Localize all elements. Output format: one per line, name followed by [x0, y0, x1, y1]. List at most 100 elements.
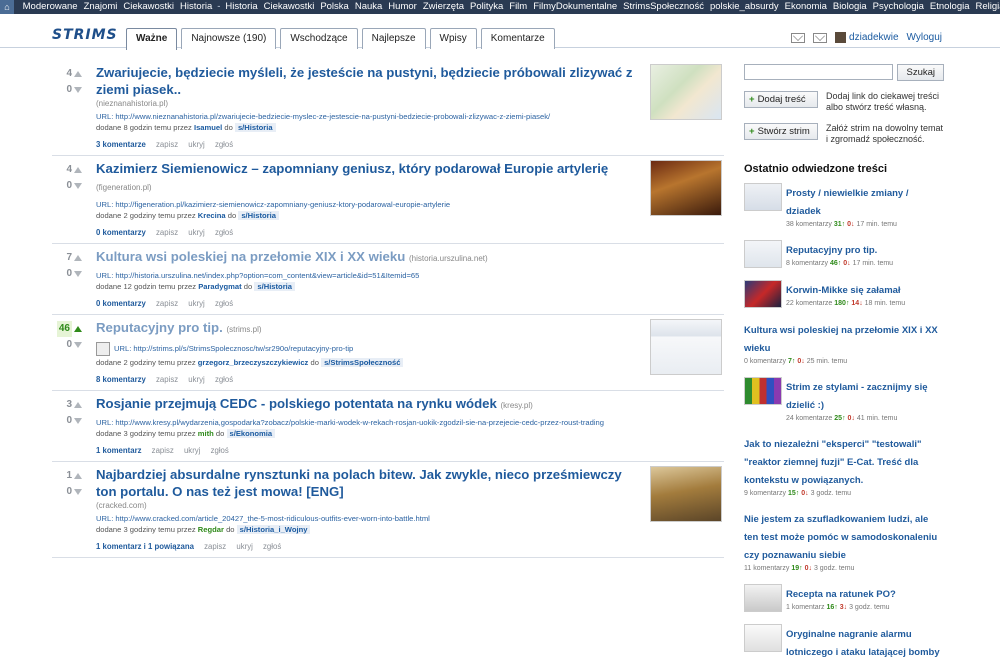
nav-item[interactable]: Nauka — [355, 1, 382, 12]
messages-icon[interactable] — [813, 32, 828, 43]
entry-url[interactable]: URL: http://historia.urszulina.net/index… — [96, 271, 419, 280]
nav-item[interactable]: Biologia — [833, 1, 867, 12]
entry-author[interactable]: Krecina — [198, 211, 226, 220]
report-link[interactable]: zgłoś — [211, 446, 229, 455]
entry-thumbnail[interactable] — [650, 64, 722, 120]
entry-strim[interactable]: s/Ekonomia — [226, 429, 276, 438]
user-link[interactable]: dziadekwie — [835, 32, 899, 43]
upvote-icon[interactable] — [74, 473, 82, 479]
nav-item[interactable]: Religia — [976, 1, 1000, 12]
hide-link[interactable]: ukryj — [184, 446, 200, 455]
report-link[interactable]: zgłoś — [263, 542, 281, 551]
nav-item[interactable]: Ciekawostki — [264, 1, 315, 12]
nav-item[interactable]: polskie_absurdy — [710, 1, 779, 12]
upvote-icon[interactable] — [74, 326, 82, 332]
entry-title[interactable]: Kultura wsi poleskiej na przełomie XIX i… — [96, 249, 405, 264]
downvote-icon[interactable] — [74, 489, 82, 495]
comments-link[interactable]: 0 komentarzy — [96, 299, 146, 308]
report-link[interactable]: zgłoś — [215, 299, 233, 308]
entry-url[interactable]: URL: http://www.cracked.com/article_2042… — [96, 514, 430, 523]
entry-author[interactable]: Paradygmat — [198, 282, 241, 291]
nav-item[interactable]: Psychologia — [873, 1, 924, 12]
entry-url[interactable]: URL: http://www.kresy.pl/wydarzenia,gosp… — [96, 418, 604, 427]
recent-title-link[interactable]: Strim ze stylami - zacznijmy się dzielić… — [786, 382, 928, 411]
entry-title[interactable]: Reputacyjny pro tip. — [96, 320, 223, 335]
save-link[interactable]: zapisz — [156, 140, 178, 149]
search-button[interactable]: Szukaj — [897, 64, 944, 81]
upvote-icon[interactable] — [74, 402, 82, 408]
entry-author[interactable]: grzegorz_brzeczyszczykiewicz — [198, 358, 309, 367]
nav-item[interactable]: StrimsSpołeczność — [623, 1, 704, 12]
recent-title-link[interactable]: Reputacyjny pro tip. — [786, 245, 877, 256]
recent-thumbnail[interactable] — [744, 183, 782, 211]
recent-thumbnail[interactable] — [744, 240, 782, 268]
downvote-icon[interactable] — [74, 418, 82, 424]
nav-item[interactable]: Historia — [225, 1, 257, 12]
comments-link[interactable]: 8 komentarzy — [96, 375, 146, 384]
downvote-icon[interactable] — [74, 271, 82, 277]
recent-title-link[interactable]: Prosty / niewielkie zmiany / dziadek — [786, 188, 909, 217]
nav-item[interactable]: Film — [509, 1, 527, 12]
comments-link[interactable]: 3 komentarze — [96, 140, 146, 149]
entry-url[interactable]: URL: http://figeneration.pl/kazimierz-si… — [96, 200, 450, 209]
save-link[interactable]: zapisz — [204, 542, 226, 551]
recent-thumbnail[interactable] — [744, 584, 782, 612]
entry-author[interactable]: mith — [198, 429, 214, 438]
comments-link[interactable]: 1 komentarz — [96, 446, 142, 455]
entry-url[interactable]: URL: http://strims.pl/s/StrimsSpolecznos… — [114, 344, 353, 353]
upvote-icon[interactable] — [74, 255, 82, 261]
nav-item[interactable]: Zwierzęta — [423, 1, 464, 12]
tab-najnowsze[interactable]: Najnowsze (190) — [181, 28, 277, 49]
add-content-button[interactable]: + Dodaj treść — [744, 91, 818, 108]
nav-item[interactable]: Polityka — [470, 1, 503, 12]
upvote-icon[interactable] — [74, 71, 82, 77]
downvote-icon[interactable] — [74, 342, 82, 348]
save-link[interactable]: zapisz — [152, 446, 174, 455]
entry-author[interactable]: Regdar — [198, 525, 224, 534]
notifications-icon[interactable] — [791, 32, 806, 43]
recent-title-link[interactable]: Nie jestem za szufladkowaniem ludzi, ale… — [744, 514, 937, 561]
tab-komentarze[interactable]: Komentarze — [480, 28, 555, 49]
hide-link[interactable]: ukryj — [188, 228, 204, 237]
recent-title-link[interactable]: Jak to niezależni "eksperci" "testowali"… — [744, 439, 921, 486]
logo[interactable]: STRIMS — [52, 27, 118, 43]
entry-thumbnail[interactable] — [650, 160, 722, 216]
hide-link[interactable]: ukryj — [188, 140, 204, 149]
report-link[interactable]: zgłoś — [215, 140, 233, 149]
comments-link[interactable]: 0 komentarzy — [96, 228, 146, 237]
recent-title-link[interactable]: Korwin-Mikke się załamał — [786, 285, 901, 296]
tab-wazne[interactable]: Ważne — [126, 28, 178, 50]
entry-title[interactable]: Zwariujecie, będziecie myśleli, że jeste… — [96, 65, 633, 97]
entry-strim[interactable]: s/StrimsSpołeczność — [321, 358, 404, 367]
save-link[interactable]: zapisz — [156, 228, 178, 237]
create-strim-button[interactable]: + Stwórz strim — [744, 123, 818, 140]
save-link[interactable]: zapisz — [156, 299, 178, 308]
entry-title[interactable]: Najbardziej absurdalne rynsztunki na pol… — [96, 467, 622, 499]
nav-item[interactable]: Znajomi — [84, 1, 118, 12]
entry-title[interactable]: Rosjanie przejmują CEDC - polskiego pote… — [96, 396, 497, 411]
nav-item[interactable]: Ekonomia — [785, 1, 827, 12]
hide-link[interactable]: ukryj — [188, 299, 204, 308]
nav-item[interactable]: Etnologia — [930, 1, 970, 12]
entry-strim[interactable]: s/Historia — [254, 282, 295, 291]
recent-title-link[interactable]: Kultura wsi poleskiej na przełomie XIX i… — [744, 325, 938, 354]
recent-thumbnail[interactable] — [744, 624, 782, 652]
recent-title-link[interactable]: Recepta na ratunek PO? — [786, 589, 896, 600]
recent-thumbnail[interactable] — [744, 280, 782, 308]
save-link[interactable]: zapisz — [156, 375, 178, 384]
nav-item[interactable]: FilmyDokumentalne — [533, 1, 617, 12]
entry-title[interactable]: Kazimierz Siemienowicz – zapomniany geni… — [96, 161, 608, 176]
entry-thumbnail[interactable] — [650, 466, 722, 522]
nav-item[interactable]: Ciekawostki — [123, 1, 174, 12]
entry-strim[interactable]: s/Historia_i_Wojny — [236, 525, 311, 534]
search-input[interactable] — [744, 64, 894, 80]
nav-item[interactable]: Moderowane — [23, 1, 78, 12]
recent-thumbnail[interactable] — [744, 377, 782, 405]
entry-url[interactable]: URL: http://www.nieznanahistoria.pl/zwar… — [96, 112, 550, 121]
tab-wpisy[interactable]: Wpisy — [429, 28, 477, 49]
report-link[interactable]: zgłoś — [215, 375, 233, 384]
downvote-icon[interactable] — [74, 183, 82, 189]
entry-thumbnail[interactable] — [650, 319, 722, 375]
recent-title-link[interactable]: Oryginalne nagranie alarmu lotniczego i … — [786, 629, 940, 658]
nav-item[interactable]: Humor — [388, 1, 417, 12]
